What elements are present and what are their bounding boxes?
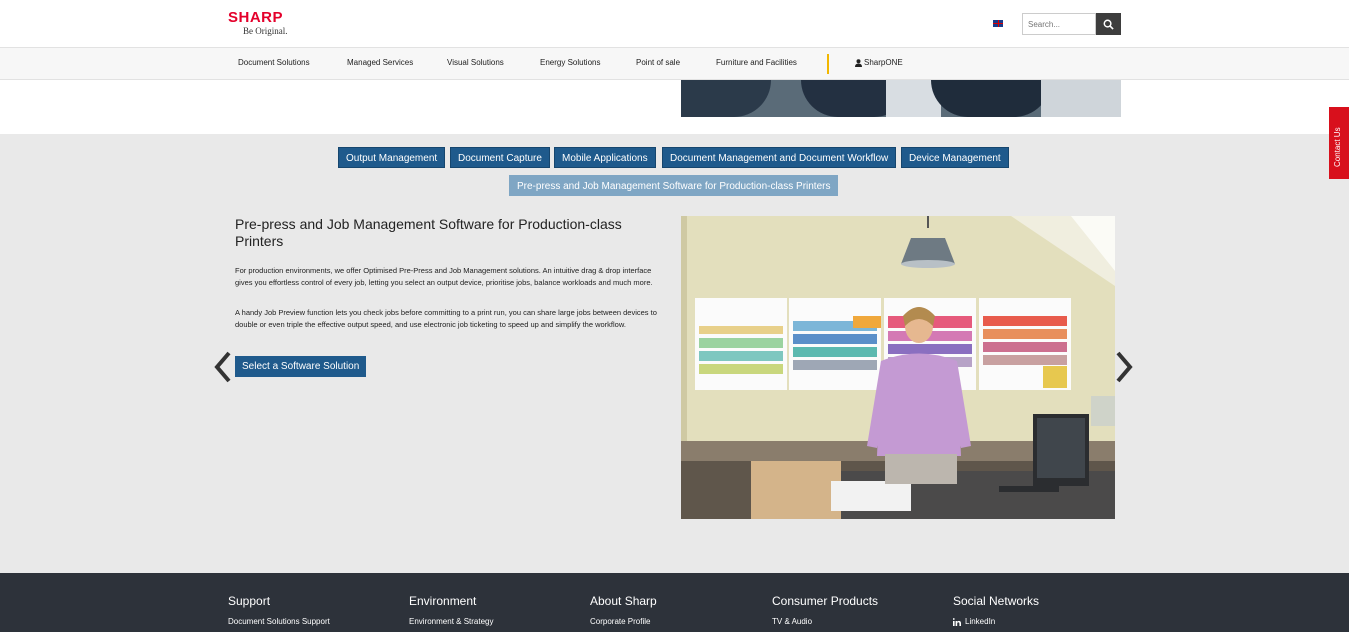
contact-us-tab[interactable]: Contact Us (1329, 107, 1349, 179)
footer-link[interactable]: Environment & Strategy (409, 617, 493, 626)
carousel-photo (681, 216, 1115, 519)
footer-col-social: Social Networks LinkedIn (953, 594, 1039, 626)
content-title: Pre-press and Job Management Software fo… (235, 216, 622, 249)
sharp-logo[interactable]: SHARP Be Original. (228, 10, 308, 37)
footer-col-support: Support Document Solutions Support (228, 594, 330, 626)
footer-heading: Consumer Products (772, 594, 879, 608)
nav-separator (827, 54, 829, 74)
nav-sharpone[interactable]: SharpONE (855, 58, 903, 67)
footer-col-about: About Sharp Corporate Profile (590, 594, 657, 626)
search-icon (1103, 19, 1114, 30)
footer-link[interactable]: Corporate Profile (590, 617, 657, 626)
nav-document-solutions[interactable]: Document Solutions (238, 58, 310, 67)
content-paragraph-1: For production environments, we offer Op… (235, 266, 653, 287)
footer-heading: About Sharp (590, 594, 657, 608)
search-button[interactable] (1096, 13, 1121, 35)
footer-link-linkedin[interactable]: LinkedIn (953, 617, 1039, 626)
site-footer: Support Document Solutions Support Envir… (0, 573, 1349, 632)
logo-tagline: Be Original. (243, 26, 288, 36)
main-nav: Document Solutions Managed Services Visu… (0, 47, 1349, 80)
tab-mobile-applications[interactable]: Mobile Applications (554, 147, 656, 168)
content-paragraph-2: A handy Job Preview function lets you ch… (235, 308, 657, 329)
footer-link[interactable]: TV & Audio (772, 617, 878, 626)
tab-document-capture[interactable]: Document Capture (450, 147, 550, 168)
solutions-section: Output Management Document Capture Mobil… (0, 134, 1349, 573)
carousel-next-arrow-icon[interactable] (1113, 350, 1135, 384)
linkedin-icon (953, 617, 961, 626)
linkedin-label: LinkedIn (965, 617, 996, 626)
search-input[interactable] (1022, 13, 1096, 35)
uk-flag-icon[interactable] (993, 20, 1003, 27)
user-icon (855, 58, 862, 67)
nav-furniture-facilities[interactable]: Furniture and Facilities (716, 58, 797, 67)
hero-banner-image (681, 80, 1121, 117)
footer-col-environment: Environment Environment & Strategy (409, 594, 493, 626)
nav-managed-services[interactable]: Managed Services (347, 58, 413, 67)
tab-document-management[interactable]: Document Management and Document Workflo… (662, 147, 897, 168)
footer-link[interactable]: Document Solutions Support (228, 617, 330, 626)
footer-heading: Social Networks (953, 594, 1040, 608)
tab-device-management[interactable]: Device Management (901, 147, 1009, 168)
tab-pre-press[interactable]: Pre-press and Job Management Software fo… (509, 175, 839, 196)
nav-point-of-sale[interactable]: Point of sale (636, 58, 680, 67)
tab-output-management[interactable]: Output Management (338, 147, 446, 168)
nav-visual-solutions[interactable]: Visual Solutions (447, 58, 504, 67)
nav-energy-solutions[interactable]: Energy Solutions (540, 58, 600, 67)
footer-heading: Environment (409, 594, 477, 608)
footer-heading: Support (228, 594, 271, 608)
site-header: SHARP Be Original. (0, 0, 1349, 47)
footer-col-consumer: Consumer Products TV & Audio (772, 594, 878, 626)
select-software-button[interactable]: Select a Software Solution (235, 356, 367, 377)
carousel-prev-arrow-icon[interactable] (212, 350, 234, 384)
logo-wordmark: SHARP (228, 9, 284, 26)
contact-us-label: Contact Us (1333, 127, 1342, 167)
sharpone-label: SharpONE (864, 58, 903, 67)
